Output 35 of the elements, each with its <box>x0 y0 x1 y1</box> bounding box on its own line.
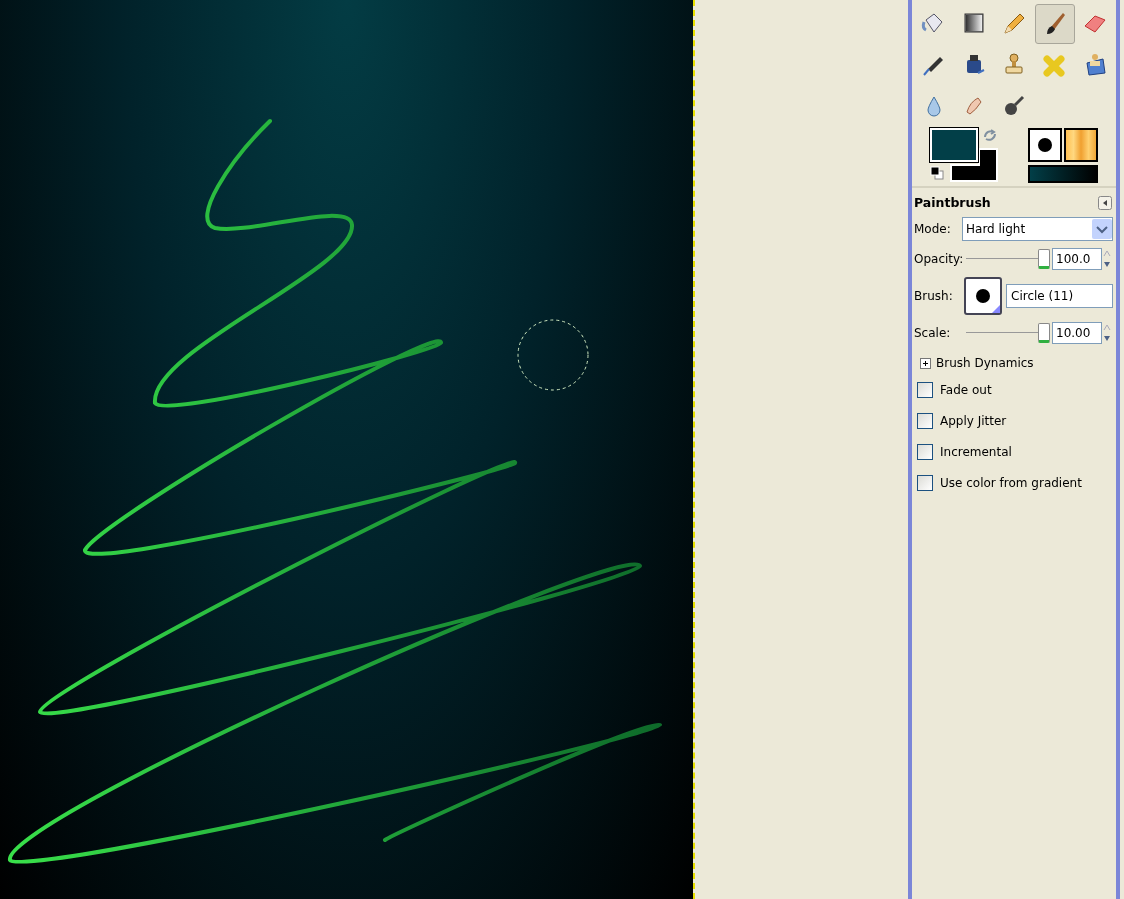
checkbox-label: Incremental <box>940 443 1012 461</box>
brush-dynamics-expander[interactable]: Brush Dynamics <box>920 352 1114 374</box>
checkbox[interactable] <box>917 412 933 429</box>
checkbox[interactable] <box>917 381 933 398</box>
background-color-swatch[interactable] <box>950 148 998 182</box>
brush-selector[interactable] <box>964 277 1002 315</box>
scale-label: Scale: <box>914 325 952 342</box>
checkbox-label: Fade out <box>940 381 992 399</box>
mode-label: Mode: <box>914 221 952 238</box>
checkbox-label: Use color from gradient <box>940 474 1082 492</box>
tool-button[interactable] <box>1034 4 1075 44</box>
slider-thumb[interactable] <box>1038 249 1050 269</box>
scale-spin-field[interactable]: 10.00 <box>1052 322 1102 344</box>
checkbox[interactable] <box>917 474 933 491</box>
default-colors-icon[interactable] <box>930 166 944 180</box>
brush-label: Brush: <box>914 288 954 305</box>
mode-value: Hard light <box>966 221 1026 238</box>
swap-colors-icon[interactable] <box>982 128 998 142</box>
opacity-slider[interactable] <box>966 249 1050 269</box>
checkbox-label: Apply Jitter <box>940 412 1007 430</box>
opacity-label: Opacity: <box>914 251 965 268</box>
panel-title: Paintbrush <box>914 193 991 212</box>
slider-thumb[interactable] <box>1038 323 1050 343</box>
brush-outline-cursor <box>517 319 589 391</box>
opacity-spin-field[interactable]: 100.0 <box>1052 248 1102 270</box>
expand-icon[interactable] <box>920 357 931 369</box>
panel-menu-icon[interactable] <box>1098 196 1112 210</box>
mode-dropdown[interactable]: Hard light <box>962 217 1113 241</box>
brush-name-field[interactable]: Circle (11) <box>1006 284 1113 308</box>
checkbox[interactable] <box>917 443 933 460</box>
image-canvas[interactable] <box>0 0 693 899</box>
scale-slider[interactable] <box>966 323 1050 343</box>
foreground-color-swatch[interactable] <box>930 128 978 162</box>
brush-preview[interactable] <box>1028 128 1062 162</box>
pattern-preview[interactable] <box>1064 128 1098 162</box>
